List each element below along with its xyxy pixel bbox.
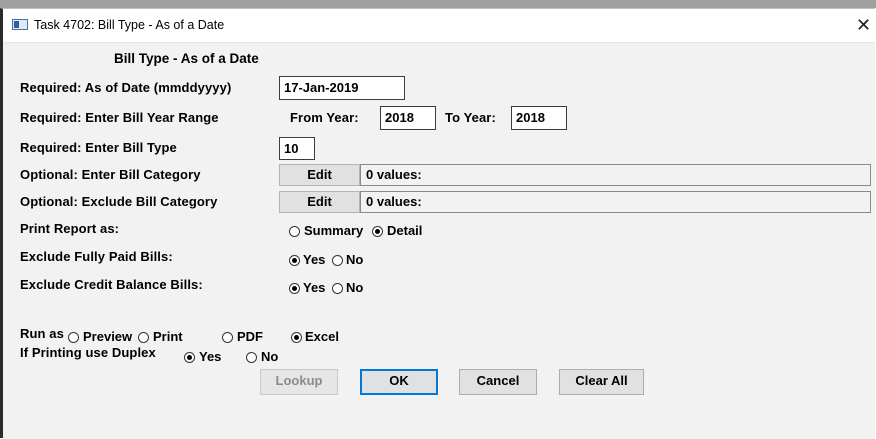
exclude-paid-no-radio[interactable] — [332, 255, 343, 266]
bill-category-label: Optional: Enter Bill Category — [20, 167, 201, 182]
exclude-category-values: 0 values: — [360, 191, 871, 213]
exclude-credit-no-label: No — [346, 280, 364, 295]
from-year-label: From Year: — [290, 110, 359, 125]
summary-radio[interactable] — [289, 226, 300, 237]
print-report-as-label: Print Report as: — [20, 221, 120, 236]
excel-radio[interactable] — [291, 332, 302, 343]
exclude-credit-yes-label: Yes — [303, 280, 326, 295]
exclude-paid-no-label: No — [346, 252, 364, 267]
duplex-label: If Printing use Duplex — [20, 345, 156, 360]
run-as-label: Run as — [20, 326, 64, 341]
preview-radio[interactable] — [68, 332, 79, 343]
print-radio[interactable] — [138, 332, 149, 343]
ok-button[interactable]: OK — [360, 369, 438, 395]
form-heading: Bill Type - As of a Date — [114, 51, 259, 66]
exclude-credit-label: Exclude Credit Balance Bills: — [20, 277, 203, 292]
as-of-date-label: Required: As of Date (mmddyyyy) — [20, 80, 232, 95]
from-year-input[interactable]: 2018 — [380, 106, 436, 130]
excel-radio-label: Excel — [305, 329, 339, 344]
window-title: Task 4702: Bill Type - As of a Date — [34, 18, 225, 32]
print-radio-label: Print — [153, 329, 183, 344]
summary-radio-label: Summary — [304, 223, 364, 238]
duplex-yes-radio[interactable] — [184, 352, 195, 363]
duplex-no-radio[interactable] — [246, 352, 257, 363]
bill-type-label: Required: Enter Bill Type — [20, 140, 177, 155]
year-range-label: Required: Enter Bill Year Range — [20, 110, 219, 125]
exclude-category-label: Optional: Exclude Bill Category — [20, 194, 218, 209]
window-app-icon — [12, 19, 28, 30]
exclude-credit-no-radio[interactable] — [332, 283, 343, 294]
detail-radio[interactable] — [372, 226, 383, 237]
exclude-category-edit-button[interactable]: Edit — [279, 191, 360, 213]
as-of-date-input[interactable]: 17-Jan-2019 — [279, 76, 405, 100]
lookup-button[interactable]: Lookup — [260, 369, 338, 395]
bill-category-edit-button[interactable]: Edit — [279, 164, 360, 186]
to-year-label: To Year: — [445, 110, 496, 125]
preview-radio-label: Preview — [83, 329, 133, 344]
pdf-radio-label: PDF — [237, 329, 263, 344]
to-year-input[interactable]: 2018 — [511, 106, 567, 130]
duplex-no-label: No — [261, 349, 279, 364]
dialog-window: Task 4702: Bill Type - As of a Date ✕ Bi… — [0, 8, 875, 439]
exclude-paid-yes-radio[interactable] — [289, 255, 300, 266]
duplex-yes-label: Yes — [199, 349, 222, 364]
bill-type-input[interactable]: 10 — [279, 137, 315, 160]
bill-category-values: 0 values: — [360, 164, 871, 186]
exclude-paid-label: Exclude Fully Paid Bills: — [20, 249, 173, 264]
close-icon[interactable]: ✕ — [856, 16, 871, 34]
detail-radio-label: Detail — [387, 223, 423, 238]
title-bar[interactable]: Task 4702: Bill Type - As of a Date ✕ — [3, 9, 875, 43]
exclude-credit-yes-radio[interactable] — [289, 283, 300, 294]
report-form: Bill Type - As of a Date Required: As of… — [3, 43, 875, 439]
exclude-paid-yes-label: Yes — [303, 252, 326, 267]
background-strip — [0, 0, 876, 8]
pdf-radio[interactable] — [222, 332, 233, 343]
cancel-button[interactable]: Cancel — [459, 369, 537, 395]
clear-all-button[interactable]: Clear All — [559, 369, 644, 395]
